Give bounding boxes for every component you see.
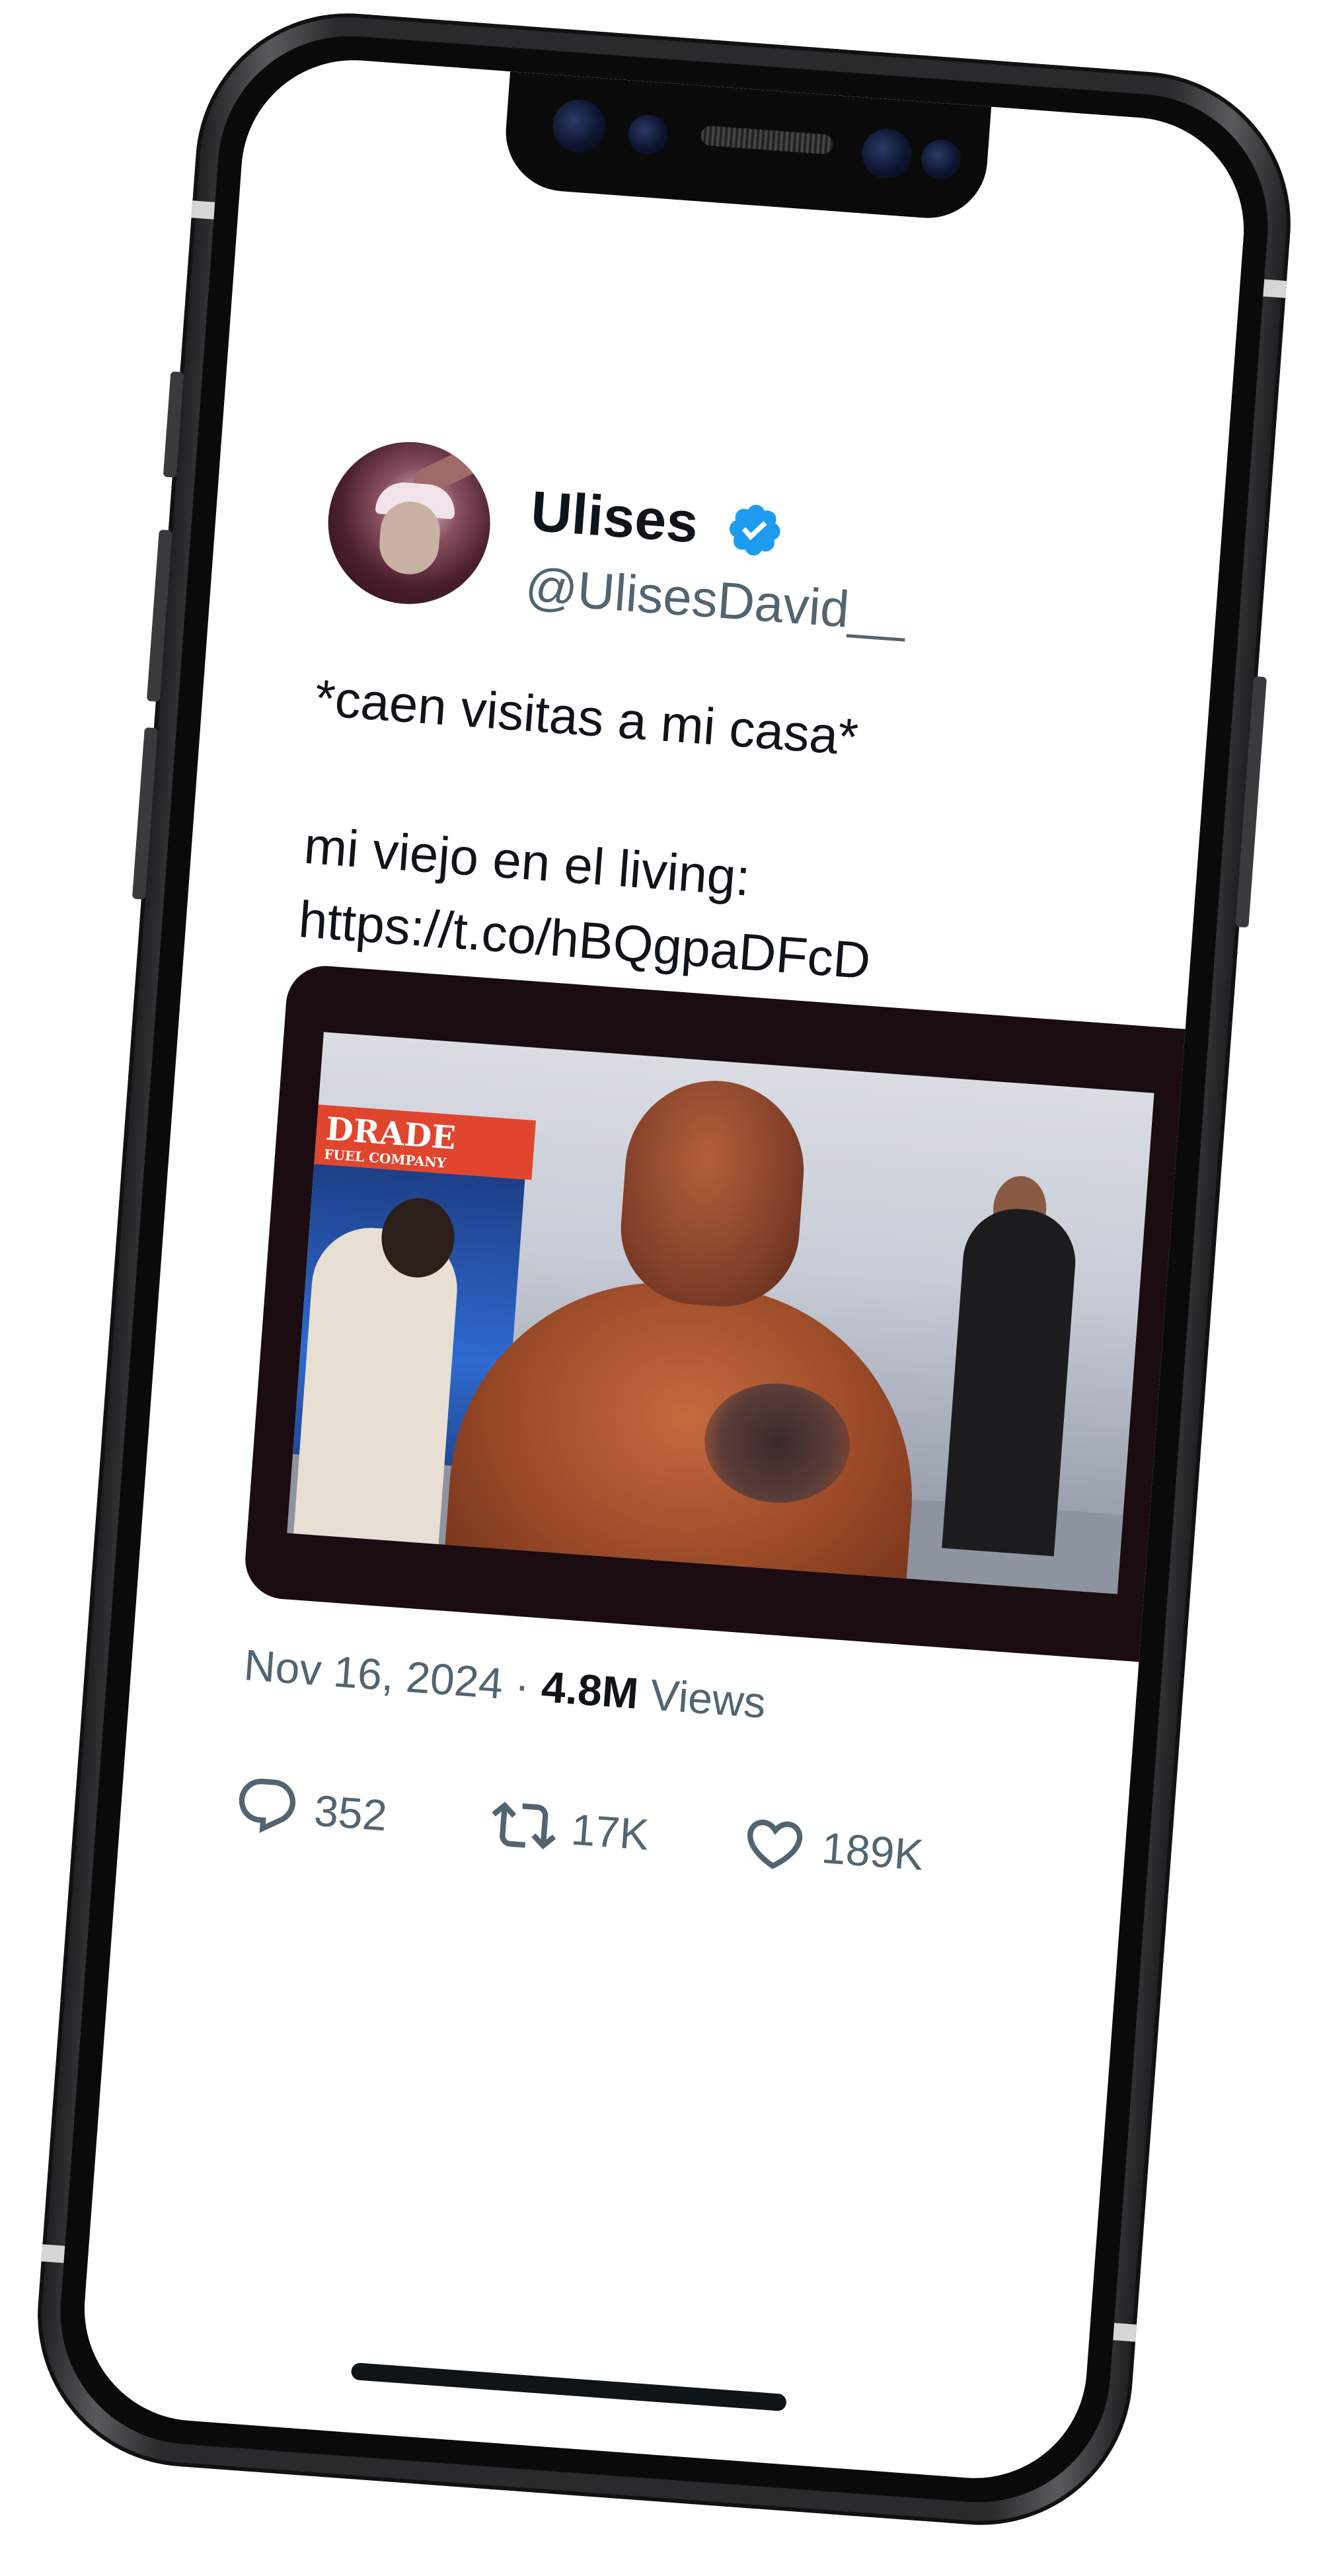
- front-camera-icon: [550, 98, 608, 155]
- reply-button[interactable]: 352: [231, 1768, 390, 1852]
- stage: Ulises @UlisesDavid__ *caen visitas a mi…: [0, 0, 1321, 2576]
- antenna-band: [1113, 2323, 1137, 2342]
- tweet-media[interactable]: DRADE FUEL COMPANY: [243, 963, 1252, 1667]
- home-indicator[interactable]: [350, 2362, 787, 2412]
- repost-button[interactable]: 17K: [488, 1787, 652, 1871]
- heart-icon: [747, 1819, 803, 1869]
- tweet-meta: Nov 16, 2024 · 4.8M Views: [243, 1640, 768, 1727]
- tweet-text: *caen visitas a mi casa* mi viejo en el …: [297, 668, 873, 990]
- meta-separator: ·: [513, 1660, 531, 1710]
- proximity-sensor-icon: [860, 127, 914, 180]
- views-count: 4.8M: [539, 1662, 640, 1718]
- face-id-sensor-icon: [626, 113, 669, 156]
- verified-badge-icon: [729, 504, 780, 556]
- tweet-date[interactable]: Nov 16, 2024: [243, 1640, 505, 1708]
- antenna-band: [1263, 279, 1287, 298]
- media-image: DRADE FUEL COMPANY: [287, 1032, 1154, 1594]
- phone-mockup: Ulises @UlisesDavid__ *caen visitas a mi…: [27, 3, 1301, 2536]
- like-button[interactable]: 189K: [739, 1805, 926, 1891]
- antenna-band: [41, 2244, 65, 2263]
- ambient-light-sensor-icon: [919, 138, 963, 181]
- media-main-person-head: [615, 1074, 810, 1312]
- repost-icon: [492, 1801, 556, 1850]
- media-background-person: [942, 1205, 1079, 1557]
- reply-icon: [239, 1778, 296, 1833]
- user-handle[interactable]: @UlisesDavid__: [523, 557, 909, 643]
- views-label: Views: [648, 1670, 768, 1727]
- earpiece-speaker: [700, 125, 834, 155]
- repost-count: 17K: [569, 1805, 651, 1859]
- tweet-actions: 352 17K 189K: [231, 1768, 1061, 1901]
- tweet-card[interactable]: Ulises @UlisesDavid__ *caen visitas a mi…: [239, 436, 1252, 1879]
- reply-count: 352: [312, 1785, 389, 1840]
- antenna-band: [191, 200, 215, 219]
- avatar[interactable]: [322, 436, 496, 610]
- phone-screen: Ulises @UlisesDavid__ *caen visitas a mi…: [76, 52, 1252, 2486]
- display-name[interactable]: Ulises: [529, 479, 700, 555]
- like-count: 189K: [819, 1822, 926, 1880]
